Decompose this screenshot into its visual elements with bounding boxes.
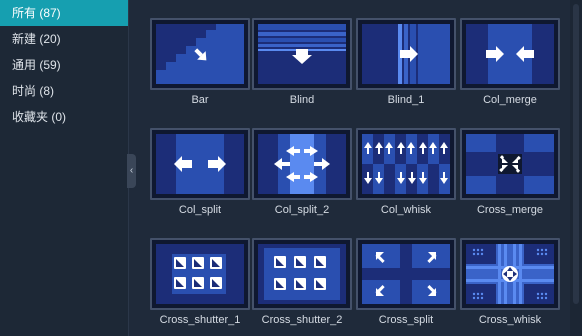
category-favorites[interactable]: 收藏夹 (0) (0, 104, 128, 130)
transition-name: Col_split (178, 204, 222, 216)
vertical-scrollbar[interactable] (570, 0, 582, 336)
category-new[interactable]: 新建 (20) (0, 26, 128, 52)
col-split-2-transition-icon (252, 128, 352, 200)
transition-name: Cross_shutter_1 (159, 314, 241, 326)
transition-name: Blind_1 (387, 94, 425, 106)
transition-name: Col_whisk (380, 204, 432, 216)
collapse-sidebar-button[interactable]: ‹ (127, 154, 136, 188)
category-fashion[interactable]: 时尚 (8) (0, 78, 128, 104)
transition-name: Cross_split (378, 314, 434, 326)
transition-name: Blind (289, 94, 315, 106)
transition-tile-col-whisk[interactable]: Col_whisk (356, 128, 456, 216)
blind-transition-icon (252, 18, 352, 90)
blind-1-transition-icon (356, 18, 456, 90)
col-split-transition-icon (150, 128, 250, 200)
cross-split-transition-icon (356, 238, 456, 310)
category-general[interactable]: 通用 (59) (0, 52, 128, 78)
col-merge-transition-icon (460, 18, 560, 90)
transition-grid: Bar Blind Blind_1 Col_merge Col_split Co… (136, 0, 570, 336)
category-sidebar: 所有 (87) 新建 (20) 通用 (59) 时尚 (8) 收藏夹 (0) (0, 0, 129, 336)
cross-shutter-1-transition-icon (150, 238, 250, 310)
transition-tile-col-split-2[interactable]: Col_split_2 (252, 128, 352, 216)
transition-tile-blind-1[interactable]: Blind_1 (356, 18, 456, 106)
cross-whisk-transition-icon (460, 238, 560, 310)
col-whisk-transition-icon (356, 128, 456, 200)
transition-tile-col-split[interactable]: Col_split (150, 128, 250, 216)
transition-name: Col_split_2 (274, 204, 330, 216)
transition-name: Col_merge (483, 94, 537, 106)
transition-tile-cross-split[interactable]: Cross_split (356, 238, 456, 326)
transition-name: Cross_shutter_2 (261, 314, 343, 326)
category-all[interactable]: 所有 (87) (0, 0, 128, 26)
cross-merge-transition-icon (460, 128, 560, 200)
transition-name: Bar (191, 94, 209, 106)
chevron-left-icon: ‹ (129, 165, 134, 176)
transition-tile-cross-merge[interactable]: Cross_merge (460, 128, 560, 216)
transition-tile-cross-shutter-1[interactable]: Cross_shutter_1 (150, 238, 250, 326)
cross-shutter-2-transition-icon (252, 238, 352, 310)
transition-tile-cross-shutter-2[interactable]: Cross_shutter_2 (252, 238, 352, 326)
transition-tile-blind[interactable]: Blind (252, 18, 352, 106)
transition-tile-col-merge[interactable]: Col_merge (460, 18, 560, 106)
transition-tile-cross-whisk[interactable]: Cross_whisk (460, 238, 560, 326)
bar-transition-icon (150, 18, 250, 90)
scrollbar-thumb[interactable] (573, 4, 579, 304)
transition-tile-bar[interactable]: Bar (150, 18, 250, 106)
transition-name: Cross_merge (476, 204, 544, 216)
transition-name: Cross_whisk (478, 314, 542, 326)
